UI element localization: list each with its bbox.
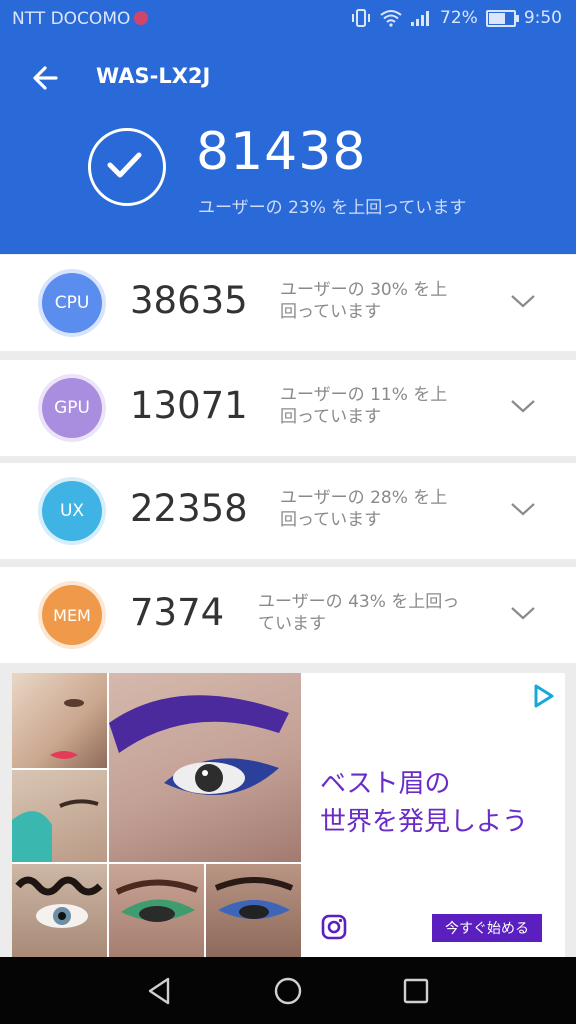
carrier-name: NTT DOCOMO xyxy=(12,9,149,29)
gpu-badge: GPU xyxy=(42,378,102,438)
score-card-mem[interactable]: MEM 7374 ユーザーの 43% を上回っ ています xyxy=(0,567,576,663)
status-icons: 72% 9:50 xyxy=(350,8,562,28)
mem-description: ユーザーの 43% を上回っ ています xyxy=(258,592,460,634)
score-card-gpu[interactable]: GPU 13071 ユーザーの 11% を上 回っています xyxy=(0,360,576,456)
back-triangle-icon[interactable] xyxy=(142,973,178,1009)
score-card-cpu[interactable]: CPU 38635 ユーザーの 30% を上 回っています xyxy=(0,255,576,351)
battery-percent: 72% xyxy=(440,8,478,28)
wifi-icon xyxy=(380,10,402,27)
cpu-score: 38635 xyxy=(130,279,248,322)
arrow-left-icon[interactable] xyxy=(26,58,66,98)
vibrate-icon xyxy=(352,9,371,27)
cpu-badge: CPU xyxy=(42,273,102,333)
ux-badge: UX xyxy=(42,481,102,541)
score-card-ux[interactable]: UX 22358 ユーザーの 28% を上 回っています xyxy=(0,463,576,559)
cpu-description: ユーザーの 30% を上 回っています xyxy=(280,280,448,322)
chevron-down-icon[interactable] xyxy=(508,289,538,313)
ad-photo-purple-eye xyxy=(109,673,301,862)
ad-headline: ベスト眉の 世界を発見しよう xyxy=(320,769,529,837)
ad-photo-blue-eye xyxy=(206,864,301,957)
instagram-icon[interactable] xyxy=(320,913,348,941)
mem-badge: MEM xyxy=(42,585,102,645)
gpu-score: 13071 xyxy=(130,384,248,427)
signal-icon xyxy=(411,11,430,26)
total-score-description: ユーザーの 23% を上回っています xyxy=(198,198,467,218)
mem-score: 7374 xyxy=(130,591,225,634)
status-bar: NTT DOCOMO 72% 9:50 xyxy=(0,0,576,38)
ad-photo-wavy-brow xyxy=(12,864,107,957)
battery-level xyxy=(488,12,505,24)
ad-photo-tweezers xyxy=(12,770,107,862)
chevron-down-icon[interactable] xyxy=(508,601,538,625)
recents-square-icon[interactable] xyxy=(398,973,434,1009)
battery-icon xyxy=(485,9,519,27)
clock: 9:50 xyxy=(523,8,562,28)
gpu-description: ユーザーの 11% を上 回っています xyxy=(280,385,448,427)
notification-icon xyxy=(134,11,149,25)
navigation-bar xyxy=(0,957,576,1024)
ux-description: ユーザーの 28% を上 回っています xyxy=(280,488,448,530)
ux-score: 22358 xyxy=(130,487,248,530)
ad-choices-icon[interactable] xyxy=(530,683,556,709)
ad-banner[interactable]: ベスト眉の 世界を発見しよう 今すぐ始める xyxy=(12,673,565,957)
chevron-down-icon[interactable] xyxy=(508,394,538,418)
result-header: WAS-LX2J 81438 ユーザーの 23% を上回っています xyxy=(0,38,576,254)
device-name: WAS-LX2J xyxy=(96,64,211,88)
home-circle-icon[interactable] xyxy=(270,973,306,1009)
start-now-button[interactable]: 今すぐ始める xyxy=(432,914,542,942)
ad-photo-green-eye xyxy=(109,864,204,957)
check-circle-icon xyxy=(88,128,166,206)
ad-photo-face xyxy=(12,673,107,768)
chevron-down-icon[interactable] xyxy=(508,497,538,521)
total-score: 81438 xyxy=(196,122,367,182)
